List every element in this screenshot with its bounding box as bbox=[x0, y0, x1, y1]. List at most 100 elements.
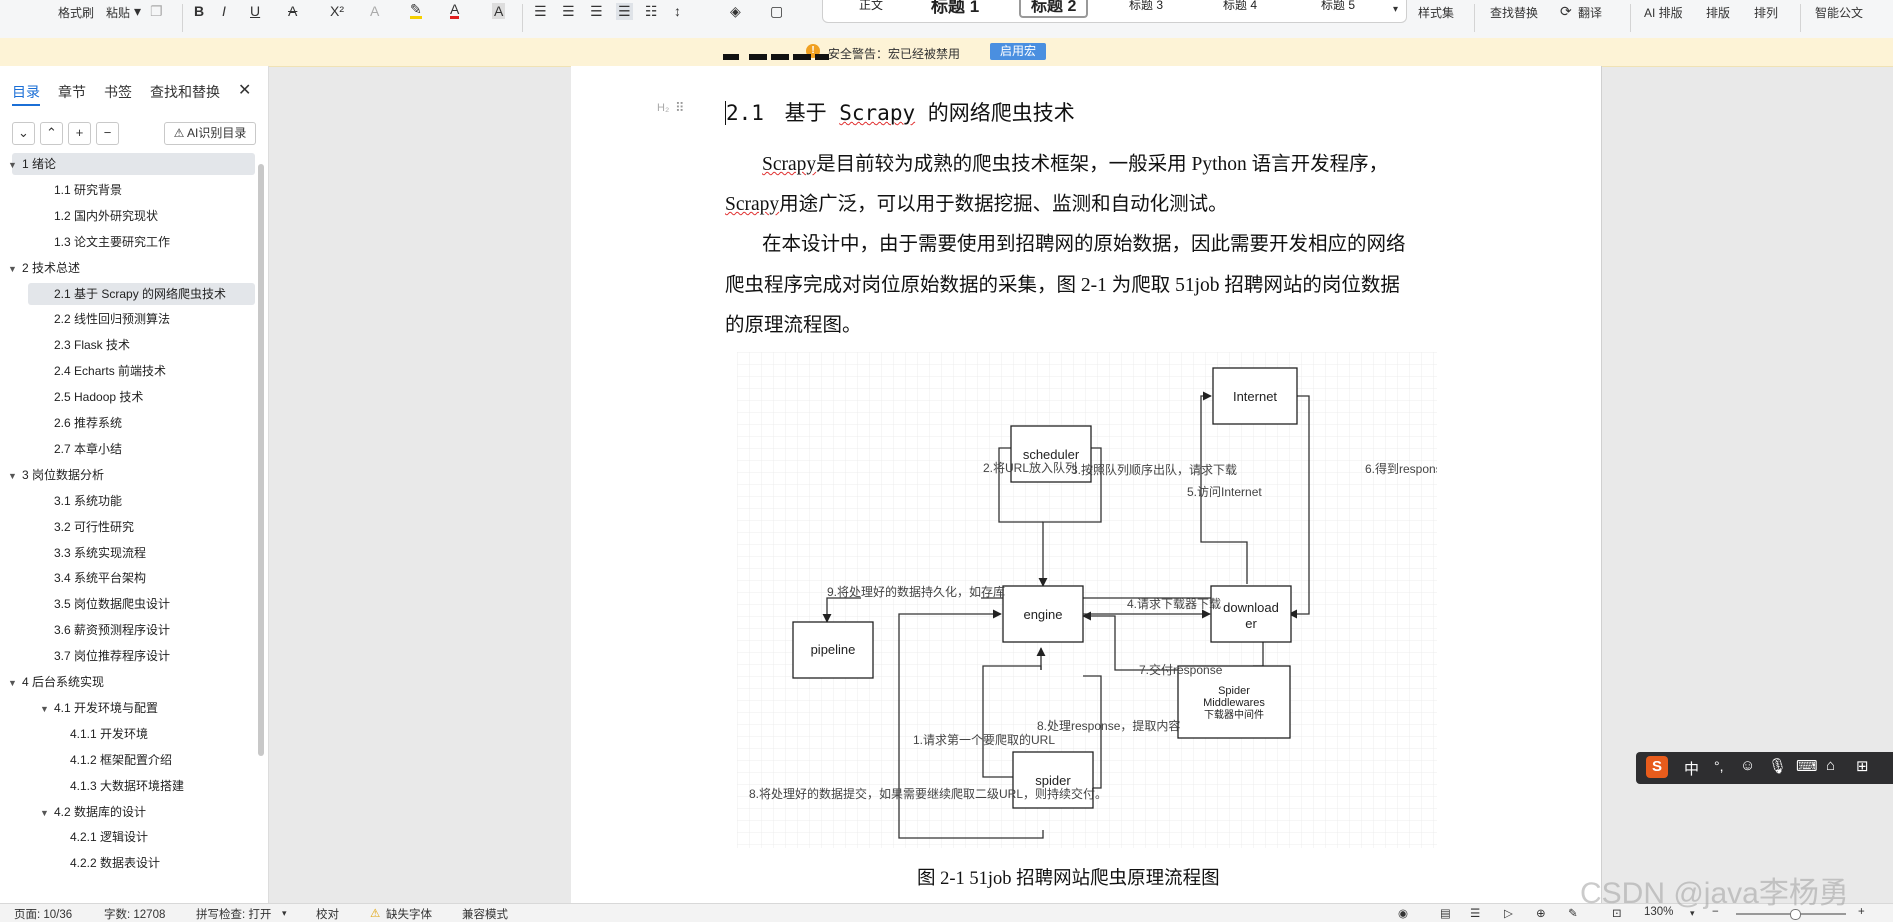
paste-button[interactable]: 粘贴 bbox=[106, 4, 130, 21]
keyboard-icon[interactable]: ⌨ bbox=[1796, 757, 1818, 775]
toc-item[interactable]: 4.2.2 数据表设计 bbox=[28, 852, 255, 874]
layout-button[interactable]: 排版 bbox=[1706, 4, 1730, 21]
toc-item[interactable]: 3.2 可行性研究 bbox=[28, 516, 255, 538]
toolbox-icon[interactable]: ⊞ bbox=[1856, 757, 1869, 775]
remove-icon[interactable]: − bbox=[96, 122, 119, 145]
format-painter-button[interactable]: 格式刷 bbox=[58, 4, 94, 21]
page-view-icon[interactable]: ▤ bbox=[1440, 906, 1451, 920]
expand-triangle-icon[interactable]: ▼ bbox=[40, 698, 54, 720]
style-normal[interactable]: 正文 bbox=[859, 0, 883, 13]
tab-toc[interactable]: 目录 bbox=[12, 82, 40, 102]
toc-item[interactable]: 2.2 线性回归预测算法 bbox=[28, 308, 255, 330]
zoom-in-icon[interactable]: + bbox=[1858, 906, 1865, 918]
toc-item[interactable]: 1.1 研究背景 bbox=[28, 179, 255, 201]
collapse-down-icon[interactable]: ⌄ bbox=[12, 122, 35, 145]
close-icon[interactable]: ✕ bbox=[238, 80, 251, 100]
toc-item[interactable]: 3.6 薪资预测程序设计 bbox=[28, 619, 255, 641]
ai-toc-button[interactable]: ⚠ AI识别目录 bbox=[164, 122, 256, 145]
toc-item[interactable]: ▼ 2 技术总述 bbox=[8, 257, 255, 279]
toc-item[interactable]: ▼ 4.2 数据库的设计 bbox=[28, 801, 255, 823]
superscript-icon[interactable]: X² bbox=[330, 3, 344, 19]
tab-sections[interactable]: 章节 bbox=[58, 82, 86, 102]
toc-item[interactable]: ▼ 1 绪论 bbox=[8, 153, 255, 175]
toc-item[interactable]: 3.1 系统功能 bbox=[28, 490, 255, 512]
toc-item[interactable]: 4.1.2 框架配置介绍 bbox=[28, 749, 255, 771]
spell-check-toggle[interactable]: 拼写检查: 打开 bbox=[196, 906, 271, 922]
document-page[interactable]: H₂ ⠿ 2.1 基于 Scrapy 的网络爬虫技术 Scrapy是目前较为成熟… bbox=[571, 54, 1601, 903]
shading-icon[interactable]: ◈ bbox=[730, 3, 741, 20]
sogou-logo-icon[interactable]: S bbox=[1646, 756, 1668, 778]
text-effect-icon[interactable]: A bbox=[370, 3, 379, 19]
ime-language[interactable]: 中 bbox=[1684, 758, 1699, 779]
heading-level-icon[interactable]: H₂ bbox=[657, 102, 669, 114]
toc-item[interactable]: 2.3 Flask 技术 bbox=[28, 334, 255, 356]
style-heading-3[interactable]: 标题 3 bbox=[1129, 0, 1163, 13]
align-center-icon[interactable]: ☰ bbox=[562, 3, 575, 20]
eye-icon[interactable]: ◉ bbox=[1398, 906, 1408, 920]
toc-item[interactable]: 3.5 岗位数据爬虫设计 bbox=[28, 593, 255, 615]
copy-icon[interactable]: ❐ bbox=[150, 3, 163, 20]
char-shading-icon[interactable]: A bbox=[492, 3, 506, 19]
toc-item[interactable]: 4.1.3 大数据环境搭建 bbox=[28, 775, 255, 797]
highlight-icon[interactable]: ✎ bbox=[410, 2, 422, 19]
expand-triangle-icon[interactable]: ▼ bbox=[8, 672, 22, 694]
microphone-icon[interactable]: 🎙︎ bbox=[1768, 757, 1787, 775]
skin-icon[interactable]: ⌂ bbox=[1826, 757, 1835, 774]
toc-item[interactable]: 1.3 论文主要研究工作 bbox=[28, 231, 255, 253]
border-icon[interactable]: ▢ bbox=[770, 3, 783, 20]
emoji-icon[interactable]: ☺ bbox=[1740, 757, 1755, 774]
expand-triangle-icon[interactable]: ▼ bbox=[40, 802, 54, 824]
align-left-icon[interactable]: ☰ bbox=[534, 3, 547, 20]
tab-bookmarks[interactable]: 书签 bbox=[104, 82, 132, 102]
bold-icon[interactable]: B bbox=[194, 3, 204, 19]
toc-item[interactable]: 4.2.1 逻辑设计 bbox=[28, 826, 255, 848]
style-heading-5[interactable]: 标题 5 bbox=[1321, 0, 1355, 13]
expand-triangle-icon[interactable]: ▼ bbox=[8, 465, 22, 487]
find-replace-button[interactable]: 查找替换 bbox=[1490, 4, 1538, 21]
chevron-down-icon[interactable]: ▾ bbox=[134, 3, 141, 20]
tab-find-replace[interactable]: 查找和替换 bbox=[150, 82, 220, 102]
pen-icon[interactable]: ✎ bbox=[1568, 906, 1578, 920]
toc-item[interactable]: ▼ 4.1 开发环境与配置 bbox=[28, 697, 255, 719]
outline-view-icon[interactable]: ☰ bbox=[1470, 906, 1480, 920]
toc-item[interactable]: 2.4 Echarts 前端技术 bbox=[28, 360, 255, 382]
underline-icon[interactable]: U bbox=[250, 3, 260, 19]
proofread-button[interactable]: 校对 bbox=[316, 906, 339, 922]
toc-item[interactable]: 2.5 Hadoop 技术 bbox=[28, 386, 255, 408]
expand-triangle-icon[interactable]: ▼ bbox=[8, 154, 22, 176]
align-right-icon[interactable]: ☰ bbox=[590, 3, 603, 20]
gallery-expand-icon[interactable]: ▾ bbox=[1393, 4, 1398, 15]
web-view-icon[interactable]: ⊕ bbox=[1536, 906, 1546, 920]
strikethrough-icon[interactable]: A bbox=[288, 3, 297, 19]
toc-item[interactable]: 2.7 本章小结 bbox=[28, 438, 255, 460]
translate-button[interactable]: 翻译 bbox=[1578, 4, 1602, 21]
style-heading-4[interactable]: 标题 4 bbox=[1223, 0, 1257, 13]
toc-item[interactable]: 3.3 系统实现流程 bbox=[28, 542, 255, 564]
toc-item[interactable]: 2.1 基于 Scrapy 的网络爬虫技术 bbox=[28, 282, 255, 305]
distributed-icon[interactable]: ☷ bbox=[645, 3, 658, 20]
expand-triangle-icon[interactable]: ▼ bbox=[8, 258, 22, 280]
punctuation-icon[interactable]: °, bbox=[1714, 758, 1724, 774]
toc-item[interactable]: ▼ 4 后台系统实现 bbox=[8, 671, 255, 693]
italic-icon[interactable]: I bbox=[222, 3, 226, 19]
style-heading-2[interactable]: 标题 2 bbox=[1019, 0, 1089, 18]
play-icon[interactable]: ▷ bbox=[1504, 906, 1513, 920]
collapse-up-icon[interactable]: ⌃ bbox=[40, 122, 63, 145]
add-icon[interactable]: + bbox=[68, 122, 91, 145]
toc-scrollbar[interactable] bbox=[258, 164, 264, 756]
page-count[interactable]: 页面: 10/36 bbox=[14, 906, 72, 922]
toc-item[interactable]: 1.2 国内外研究现状 bbox=[28, 205, 255, 227]
drag-handle-icon[interactable]: ⠿ bbox=[675, 100, 685, 116]
style-set-button[interactable]: 样式集 bbox=[1418, 4, 1454, 21]
chevron-down-icon[interactable]: ▾ bbox=[282, 908, 287, 919]
toc-item[interactable]: 3.4 系统平台架构 bbox=[28, 567, 255, 589]
toc-item[interactable]: 2.6 推荐系统 bbox=[28, 412, 255, 434]
justify-icon[interactable]: ☰ bbox=[616, 3, 633, 20]
line-spacing-icon[interactable]: ↕ bbox=[674, 3, 681, 19]
ai-layout-button[interactable]: AI 排版 bbox=[1644, 4, 1683, 21]
toc-item[interactable]: 3.7 岗位推荐程序设计 bbox=[28, 645, 255, 667]
word-count[interactable]: 字数: 12708 bbox=[104, 906, 165, 922]
arrange-button[interactable]: 排列 bbox=[1754, 4, 1778, 21]
enable-macro-button[interactable]: 启用宏 bbox=[990, 43, 1047, 60]
smart-doc-button[interactable]: 智能公文 bbox=[1815, 4, 1863, 21]
